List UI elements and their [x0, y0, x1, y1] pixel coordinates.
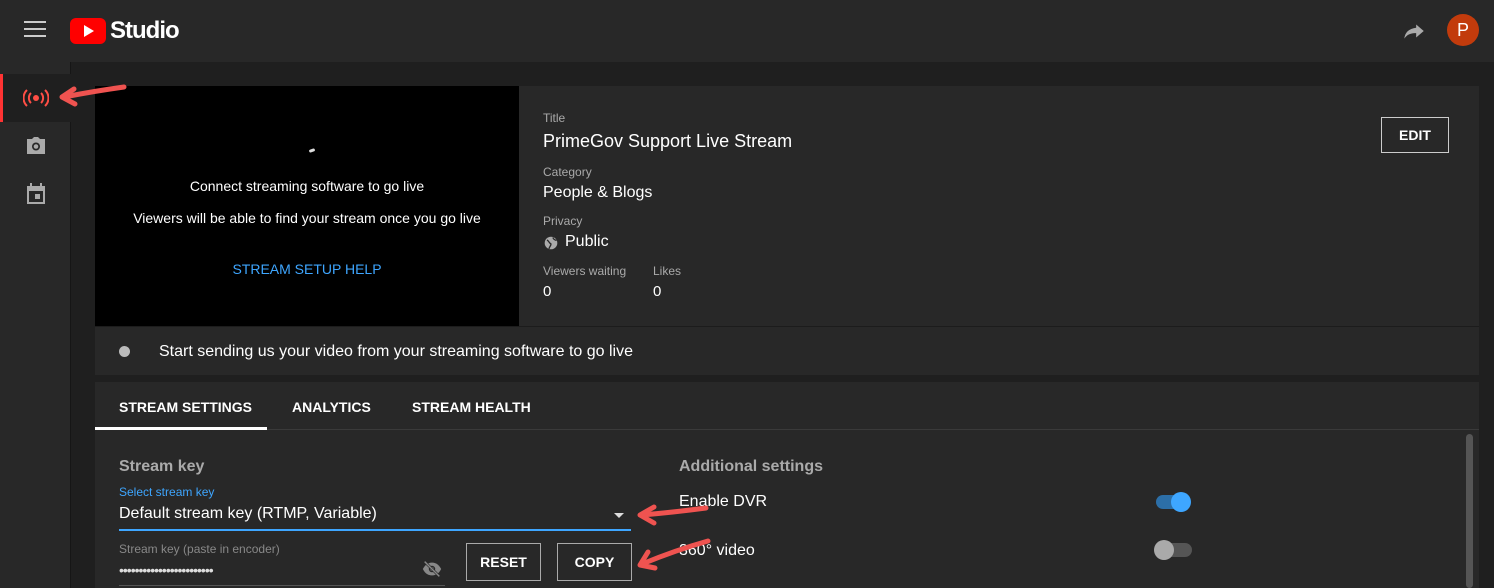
annotation-arrows	[59, 84, 711, 571]
annotation-arrow	[637, 504, 709, 526]
annotation-arrow	[59, 84, 127, 107]
annotation-arrow	[637, 538, 711, 571]
